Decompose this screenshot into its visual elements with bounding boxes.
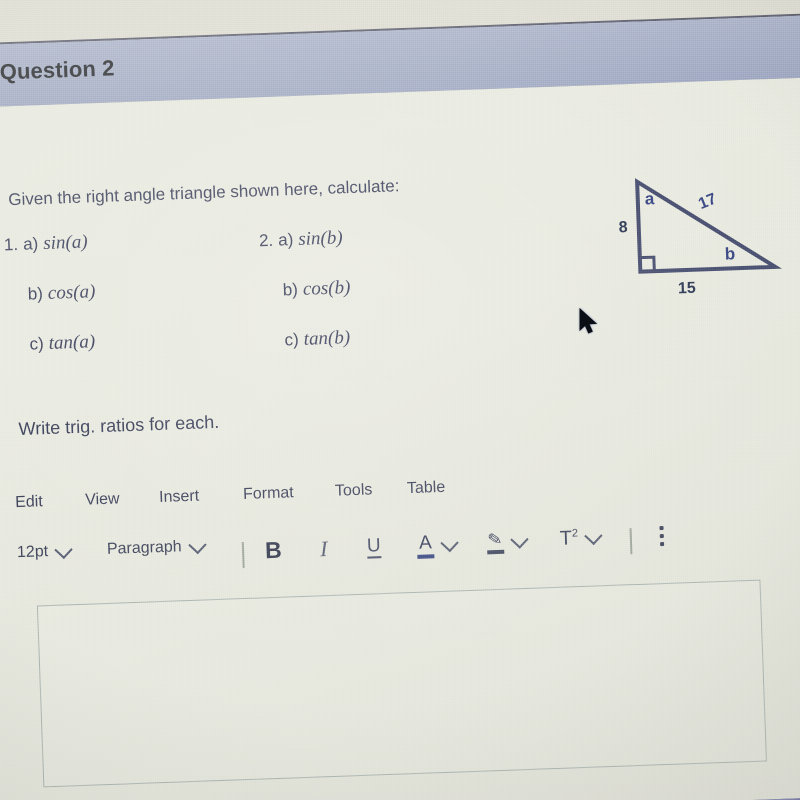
- block-format-dropdown[interactable]: Paragraph: [106, 535, 207, 559]
- question-number: 1.: [3, 234, 19, 255]
- underline-icon: U: [366, 535, 382, 559]
- side-label-horizontal: 15: [677, 279, 697, 298]
- item-letter: c): [284, 329, 300, 350]
- bold-icon: B: [264, 536, 283, 564]
- kebab-dot-icon: [659, 534, 664, 539]
- vertex-label-a: a: [644, 189, 655, 209]
- page-title: Question 2: [0, 55, 115, 85]
- toolbar-divider: [241, 542, 245, 569]
- item-letter: a): [22, 234, 39, 254]
- bold-button[interactable]: B: [265, 537, 283, 565]
- instruction-text: Write trig. ratios for each.: [18, 411, 220, 440]
- answer-text-area[interactable]: [36, 579, 767, 788]
- chevron-down-icon: [54, 540, 73, 559]
- question-item: c) tan(a): [7, 331, 98, 384]
- underline-button[interactable]: U: [366, 535, 382, 559]
- kebab-dot-icon: [660, 542, 665, 547]
- item-letter: c): [29, 334, 45, 354]
- menu-item-view[interactable]: View: [85, 490, 120, 509]
- item-expression: sin(b): [297, 227, 343, 250]
- italic-icon: I: [319, 536, 328, 562]
- toolbar-divider: [629, 528, 633, 555]
- question-number: 2.: [258, 230, 274, 251]
- menu-item-insert[interactable]: Insert: [159, 488, 200, 507]
- menu-item-format[interactable]: Format: [243, 484, 294, 504]
- text-color-icon: A: [417, 532, 435, 559]
- vertex-label-b: b: [724, 244, 736, 264]
- font-size-dropdown[interactable]: 12pt: [16, 540, 73, 562]
- block-format-value: Paragraph: [106, 538, 182, 558]
- item-expression: tan(b): [303, 327, 351, 350]
- question-item: b) cos(a): [5, 281, 96, 334]
- item-expression: cos(b): [302, 277, 351, 300]
- question-item: 2. a) sin(b): [259, 227, 350, 280]
- item-letter: b): [27, 284, 44, 304]
- question-column-2: 2. a) sin(b) b) cos(b) c) tan(b): [259, 227, 354, 380]
- screen-photo: Question 2 Given the right angle triangl…: [0, 0, 800, 800]
- triangle-svg: [634, 178, 782, 274]
- text-format-button[interactable]: T2: [559, 526, 603, 550]
- chevron-down-icon: [187, 535, 207, 554]
- document-body: Given the right angle triangle shown her…: [0, 76, 800, 800]
- item-letter: b): [282, 279, 299, 300]
- triangle-outline: [634, 178, 782, 274]
- highlighter-pen-icon: ✎: [487, 529, 505, 555]
- item-letter: a): [277, 230, 294, 250]
- highlight-color-button[interactable]: ✎: [487, 529, 529, 555]
- chevron-down-icon[interactable]: [440, 533, 459, 553]
- text-color-button[interactable]: A: [417, 532, 459, 559]
- italic-button[interactable]: I: [320, 536, 328, 562]
- item-expression: cos(a): [47, 281, 96, 304]
- font-size-value: 12pt: [16, 543, 49, 562]
- menu-item-edit[interactable]: Edit: [15, 493, 43, 512]
- kebab-dot-icon: [659, 526, 664, 531]
- question-item: 1. a) sin(a): [4, 231, 95, 284]
- mouse-cursor-icon: [579, 308, 598, 334]
- question-intro-text: Given the right angle triangle shown her…: [8, 176, 400, 210]
- superscript-icon: T2: [559, 527, 579, 550]
- question-column-1: 1. a) sin(a) b) cos(a) c) tan(a): [4, 231, 99, 384]
- chevron-down-icon[interactable]: [510, 530, 529, 549]
- more-options-button[interactable]: [659, 526, 665, 547]
- side-label-vertical: 8: [618, 219, 628, 237]
- screen-content: Question 2 Given the right angle triangl…: [0, 0, 800, 800]
- item-expression: sin(a): [42, 231, 88, 255]
- menu-item-tools[interactable]: Tools: [335, 481, 373, 500]
- menu-item-table[interactable]: Table: [407, 479, 446, 498]
- question-item: c) tan(b): [262, 327, 353, 380]
- item-expression: tan(a): [48, 331, 96, 354]
- right-triangle-figure: a b 8 15 17: [612, 166, 800, 313]
- question-item: b) cos(b): [260, 277, 351, 330]
- chevron-down-icon[interactable]: [584, 526, 603, 546]
